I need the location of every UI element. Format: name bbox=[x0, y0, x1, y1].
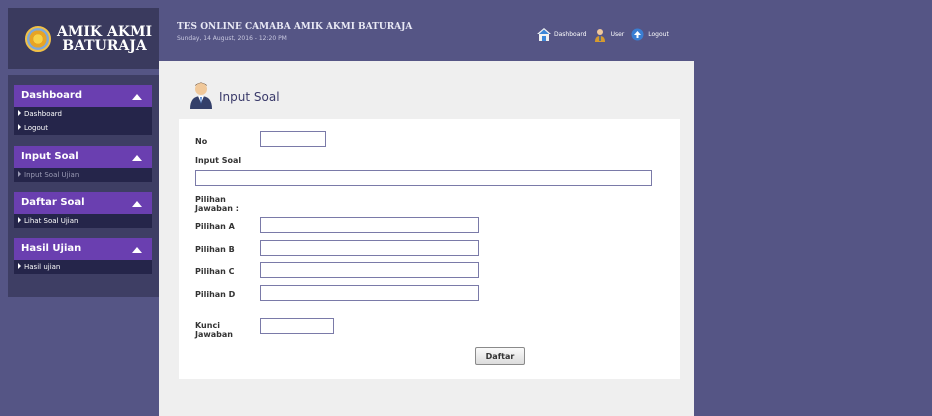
pilihan-b-input[interactable] bbox=[260, 240, 479, 256]
menu-group-daftar-soal: Daftar Soal Lihat Soal Ujian bbox=[14, 192, 152, 228]
input-soal-form: No Input Soal Pilihan Jawaban : Pilihan … bbox=[179, 119, 680, 379]
logo: AMIK AKMI BATURAJA bbox=[8, 8, 159, 69]
sidebar-item-label: Hasil ujian bbox=[24, 263, 61, 271]
no-input[interactable] bbox=[260, 131, 326, 147]
bullet-arrow-icon bbox=[18, 124, 21, 130]
page-heading: Input Soal bbox=[189, 81, 280, 113]
input-soal-label: Input Soal bbox=[195, 156, 242, 165]
sidebar-item-lihat-soal-ujian[interactable]: Lihat Soal Ujian bbox=[14, 214, 152, 228]
brand-line-1: AMIK AKMI bbox=[57, 23, 153, 40]
bullet-arrow-icon bbox=[18, 217, 21, 223]
pilihan-label-line-2: Jawaban : bbox=[195, 204, 239, 213]
main-content: Input Soal No Input Soal Pilihan Jawaban… bbox=[159, 61, 694, 416]
sidebar-menu: Dashboard Dashboard Logout Input Soal In… bbox=[8, 75, 159, 297]
sidebar-item-label: Dashboard bbox=[24, 110, 62, 118]
pilihan-a-input[interactable] bbox=[260, 217, 479, 233]
menu-group-header-daftar-soal[interactable]: Daftar Soal bbox=[14, 192, 152, 214]
nav-user-link[interactable]: User bbox=[611, 31, 625, 38]
top-nav: Dashboard User Logout bbox=[537, 28, 669, 42]
current-datetime: Sunday, 14 August, 2016 - 12:20 PM bbox=[177, 35, 287, 42]
pilihan-d-label: Pilihan D bbox=[195, 290, 236, 299]
no-label: No bbox=[195, 137, 208, 146]
campus-seal-icon bbox=[25, 25, 51, 52]
home-icon[interactable] bbox=[537, 28, 551, 41]
site-title: TES ONLINE CAMABA AMIK AKMI BATURAJA bbox=[177, 22, 413, 32]
left-column: AMIK AKMI BATURAJA Dashboard Dashboard L… bbox=[8, 8, 159, 408]
collapse-arrow-icon[interactable] bbox=[132, 155, 142, 161]
bullet-arrow-icon bbox=[18, 171, 21, 177]
page-title: Input Soal bbox=[219, 90, 280, 104]
kunci-jawaban-label: Kunci Jawaban bbox=[195, 321, 233, 339]
nav-dashboard-link[interactable]: Dashboard bbox=[554, 31, 587, 38]
menu-group-title: Hasil Ujian bbox=[21, 243, 82, 254]
brand-line-2: BATURAJA bbox=[62, 37, 147, 54]
sidebar-item-input-soal-ujian[interactable]: Input Soal Ujian bbox=[14, 168, 152, 182]
soal-input[interactable] bbox=[195, 170, 652, 186]
nav-logout-link[interactable]: Logout bbox=[648, 31, 669, 38]
user-avatar-icon bbox=[189, 81, 213, 113]
sidebar-item-logout[interactable]: Logout bbox=[14, 121, 152, 135]
daftar-button[interactable]: Daftar bbox=[475, 347, 525, 365]
bullet-arrow-icon bbox=[18, 110, 21, 116]
menu-group-title: Input Soal bbox=[21, 151, 79, 162]
brand-name: AMIK AKMI BATURAJA bbox=[57, 25, 152, 53]
pilihan-d-input[interactable] bbox=[260, 285, 479, 301]
collapse-arrow-icon[interactable] bbox=[132, 94, 142, 100]
pilihan-jawaban-label: Pilihan Jawaban : bbox=[195, 195, 239, 213]
kunci-label-line-2: Jawaban bbox=[195, 330, 233, 339]
menu-group-title: Daftar Soal bbox=[21, 197, 85, 208]
logout-icon[interactable] bbox=[631, 28, 644, 41]
sidebar-item-label: Lihat Soal Ujian bbox=[24, 217, 79, 225]
collapse-arrow-icon[interactable] bbox=[132, 201, 142, 207]
menu-group-input-soal: Input Soal Input Soal Ujian bbox=[14, 146, 152, 182]
pilihan-b-label: Pilihan B bbox=[195, 245, 235, 254]
menu-group-header-hasil-ujian[interactable]: Hasil Ujian bbox=[14, 238, 152, 260]
pilihan-c-input[interactable] bbox=[260, 262, 479, 278]
menu-group-title: Dashboard bbox=[21, 90, 82, 101]
sidebar-item-hasil-ujian[interactable]: Hasil ujian bbox=[14, 260, 152, 274]
kunci-jawaban-input[interactable] bbox=[260, 318, 334, 334]
kunci-label-line-1: Kunci bbox=[195, 321, 220, 330]
menu-group-dashboard: Dashboard Dashboard Logout bbox=[14, 85, 152, 135]
user-icon[interactable] bbox=[594, 28, 607, 42]
pilihan-a-label: Pilihan A bbox=[195, 222, 235, 231]
bullet-arrow-icon bbox=[18, 263, 21, 269]
pilihan-label-line-1: Pilihan bbox=[195, 195, 226, 204]
menu-group-hasil-ujian: Hasil Ujian Hasil ujian bbox=[14, 238, 152, 274]
sidebar-item-label: Logout bbox=[24, 124, 48, 132]
sidebar-item-dashboard[interactable]: Dashboard bbox=[14, 107, 152, 121]
menu-group-header-dashboard[interactable]: Dashboard bbox=[14, 85, 152, 107]
collapse-arrow-icon[interactable] bbox=[132, 247, 142, 253]
sidebar-item-label: Input Soal Ujian bbox=[24, 171, 80, 179]
menu-group-header-input-soal[interactable]: Input Soal bbox=[14, 146, 152, 168]
pilihan-c-label: Pilihan C bbox=[195, 267, 235, 276]
